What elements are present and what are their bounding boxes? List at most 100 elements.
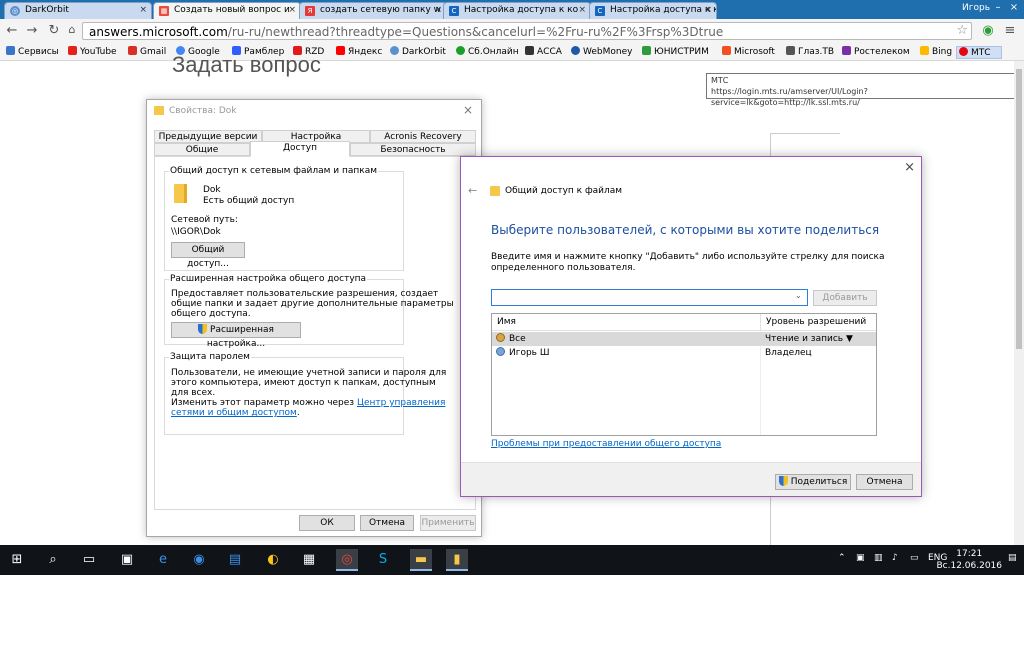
column-header-permission[interactable]: Уровень разрешений bbox=[760, 314, 876, 331]
address-bar[interactable]: answers.microsoft.com/ru-ru/newthread?th… bbox=[82, 22, 972, 40]
browser-tab[interactable]: C Настройка доступа к ко × bbox=[589, 2, 717, 19]
folder-icon bbox=[154, 106, 164, 115]
tab-sharing[interactable]: Доступ bbox=[250, 141, 350, 157]
apply-button[interactable]: Применить bbox=[420, 515, 476, 531]
uac-shield-icon bbox=[778, 476, 788, 486]
menu-icon[interactable]: ≡ bbox=[1002, 23, 1018, 38]
edge-icon[interactable]: e bbox=[152, 549, 174, 571]
notification-icon[interactable]: ▭ bbox=[910, 553, 919, 563]
close-icon[interactable]: × bbox=[578, 5, 586, 15]
browser-tab-active[interactable]: ▦ Создать новый вопрос и × bbox=[153, 2, 301, 19]
bookmark-item[interactable]: Сб.Онлайн bbox=[456, 46, 519, 57]
close-icon[interactable]: × bbox=[434, 5, 442, 15]
reload-icon[interactable]: ↻ bbox=[46, 23, 62, 38]
bookmark-item[interactable]: WebMoney bbox=[571, 46, 632, 57]
profile-name[interactable]: Игорь bbox=[962, 3, 990, 13]
advanced-sharing-button[interactable]: Расширенная настройка... bbox=[171, 322, 301, 349]
chevron-down-icon[interactable]: ⌄ bbox=[795, 291, 802, 300]
bookmark-item[interactable]: DarkOrbit bbox=[390, 46, 446, 57]
tray-app-icon[interactable]: ▣ bbox=[856, 553, 865, 563]
cancel-button[interactable]: Отмена bbox=[360, 515, 414, 531]
bookmark-item[interactable]: АССА bbox=[525, 46, 562, 57]
bookmark-item[interactable]: YouTube bbox=[68, 46, 117, 57]
tab-general[interactable]: Общие bbox=[154, 143, 250, 156]
table-row[interactable]: Все Чтение и запись ▼ bbox=[492, 332, 876, 346]
close-icon[interactable]: × bbox=[704, 5, 712, 15]
bookmark-item[interactable]: Microsoft bbox=[722, 46, 775, 57]
network-center-link[interactable]: Центр управления bbox=[357, 398, 445, 408]
folder-icon[interactable]: ▮ bbox=[446, 549, 468, 571]
bookmark-item[interactable]: ЮНИСТРИМ bbox=[642, 46, 709, 57]
microsoft-icon bbox=[722, 46, 731, 55]
skype-icon[interactable]: S bbox=[372, 549, 394, 571]
bookmark-item[interactable]: Bing bbox=[920, 46, 952, 57]
dialog-title: Свойства: Dok bbox=[169, 106, 237, 116]
permissions-list: Имя Уровень разрешений Все Чтение и запи… bbox=[491, 313, 877, 436]
close-icon[interactable]: × bbox=[139, 5, 147, 15]
column-header-name[interactable]: Имя bbox=[492, 314, 762, 331]
bookmark-item[interactable]: Ростелеком bbox=[842, 46, 910, 57]
tab-previous-versions[interactable]: Предыдущие версии bbox=[154, 130, 262, 143]
share-button[interactable]: Поделиться bbox=[775, 474, 851, 490]
app-icon[interactable]: ▤ bbox=[224, 549, 246, 571]
task-view-icon[interactable]: ▭ bbox=[78, 549, 100, 571]
file-explorer-icon[interactable]: ▬ bbox=[410, 549, 432, 571]
bookmark-item[interactable]: Сервисы bbox=[6, 46, 59, 57]
close-icon[interactable]: × bbox=[904, 160, 915, 175]
bookmark-item-hovered[interactable]: МТС bbox=[956, 46, 1002, 59]
back-icon[interactable]: ← bbox=[4, 23, 20, 38]
file-sharing-dialog: × ← Общий доступ к файлам Выберите польз… bbox=[460, 156, 922, 497]
system-clock[interactable]: 17:21 Вс.12.06.2016 bbox=[936, 548, 1002, 572]
search-icon[interactable]: ⌕ bbox=[42, 549, 64, 571]
close-icon[interactable]: × bbox=[288, 5, 296, 15]
ok-button[interactable]: ОК bbox=[299, 515, 355, 531]
minimize-icon[interactable]: – bbox=[992, 2, 1004, 13]
app-icon[interactable]: ▣ bbox=[116, 549, 138, 571]
star-icon[interactable]: ☆ bbox=[956, 23, 968, 38]
volume-icon[interactable]: ♪ bbox=[892, 553, 898, 563]
back-arrow-icon[interactable]: ← bbox=[468, 184, 477, 197]
folder-name: Dok bbox=[203, 185, 221, 195]
permission-dropdown[interactable]: Чтение и запись ▼ bbox=[765, 332, 853, 346]
browser-tab[interactable]: ◎ DarkOrbit × bbox=[4, 2, 152, 19]
extension-icon[interactable]: ◉ bbox=[980, 23, 996, 38]
app-icon[interactable]: ◐ bbox=[262, 549, 284, 571]
app-icon[interactable]: ▦ bbox=[298, 549, 320, 571]
share-button[interactable]: Общий доступ... bbox=[171, 242, 245, 269]
network-sharing-center-link[interactable]: сетями и общим доступом bbox=[171, 408, 297, 418]
network-path-value: \\IGOR\Dok bbox=[171, 227, 221, 237]
mts-icon bbox=[959, 47, 968, 56]
share-instructions: Введите имя и нажмите кнопку "Добавить" … bbox=[491, 252, 885, 273]
scrollbar-thumb[interactable] bbox=[1016, 69, 1022, 349]
cancel-button[interactable]: Отмена bbox=[856, 474, 913, 490]
apps-icon bbox=[6, 46, 15, 55]
action-center-icon[interactable]: ▤ bbox=[1008, 553, 1017, 563]
network-icon[interactable]: ▥ bbox=[874, 553, 883, 563]
browser-tab[interactable]: C Настройка доступа к ко × bbox=[443, 2, 591, 19]
user-name-combobox[interactable] bbox=[491, 289, 808, 306]
bookmark-item[interactable]: Яндекс bbox=[336, 46, 382, 57]
cf-icon: C bbox=[595, 6, 605, 16]
globe-icon[interactable]: ◉ bbox=[188, 549, 210, 571]
home-icon[interactable]: ⌂ bbox=[64, 23, 80, 36]
sharing-problems-link[interactable]: Проблемы при предоставлении общего досту… bbox=[491, 439, 721, 449]
close-window-icon[interactable]: × bbox=[1008, 2, 1020, 13]
page-scrollbar[interactable] bbox=[1014, 61, 1024, 545]
users-group-icon bbox=[496, 333, 505, 342]
tab-security[interactable]: Безопасность bbox=[350, 143, 476, 156]
table-row[interactable]: Игорь Ш Владелец bbox=[492, 346, 876, 360]
bookmark-item[interactable]: Gmail bbox=[128, 46, 166, 57]
network-path-label: Сетевой путь: bbox=[171, 215, 238, 225]
bookmark-item[interactable]: Глаз.ТВ bbox=[786, 46, 834, 57]
start-windows-icon[interactable]: ⊞ bbox=[6, 549, 28, 571]
close-icon[interactable]: × bbox=[463, 103, 473, 117]
add-button[interactable]: Добавить bbox=[813, 290, 877, 306]
chevron-up-icon[interactable]: ⌃ bbox=[838, 553, 846, 563]
browser-tab[interactable]: Я создать сетевую папку w × bbox=[299, 2, 447, 19]
bookmarks-bar: Сервисы YouTube Gmail Google Рамблер RZD… bbox=[0, 43, 1024, 61]
forward-icon[interactable]: → bbox=[24, 23, 40, 38]
windows-taskbar: ⊞ ⌕ ▭ ▣ e ◉ ▤ ◐ ▦ ◎ S ▬ ▮ ⌃ ▣ ▥ ♪ ▭ ENG … bbox=[0, 545, 1024, 575]
tab-acronis-recovery[interactable]: Acronis Recovery bbox=[370, 130, 476, 143]
chrome-icon[interactable]: ◎ bbox=[336, 549, 358, 571]
sharing-folder-icon bbox=[490, 186, 500, 196]
